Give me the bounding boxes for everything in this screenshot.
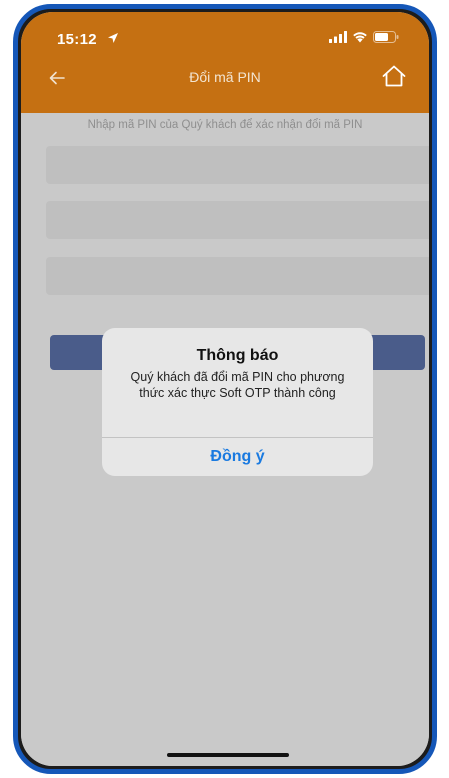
phone-frame: 15:12 Đổi mã PIN Nhập mã PIN của Quý khá…	[13, 4, 437, 774]
battery-icon	[373, 31, 399, 43]
confirm-pin-field[interactable]	[46, 257, 429, 295]
wifi-icon	[353, 32, 367, 43]
status-time: 15:12	[57, 31, 97, 48]
page-title: Đổi mã PIN	[189, 69, 261, 85]
signal-icon	[329, 31, 347, 43]
alert-dialog: Thông báo Quý khách đã đổi mã PIN cho ph…	[102, 328, 373, 476]
alert-message: Quý khách đã đổi mã PIN cho phương thức …	[130, 370, 345, 400]
alert-title: Thông báo	[196, 347, 279, 364]
home-indicator[interactable]	[167, 753, 289, 757]
status-icons	[329, 31, 399, 43]
new-pin-field[interactable]	[46, 201, 429, 239]
header-bar: 15:12 Đổi mã PIN	[21, 12, 429, 113]
location-arrow-icon	[108, 33, 118, 43]
home-icon[interactable]	[381, 64, 407, 88]
alert-ok-button[interactable]: Đồng ý	[102, 438, 373, 476]
current-pin-field[interactable]	[46, 146, 429, 184]
instruction-text: Nhập mã PIN của Quý khách để xác nhận đổ…	[87, 119, 363, 131]
app-screen: 15:12 Đổi mã PIN Nhập mã PIN của Quý khá…	[21, 12, 429, 766]
